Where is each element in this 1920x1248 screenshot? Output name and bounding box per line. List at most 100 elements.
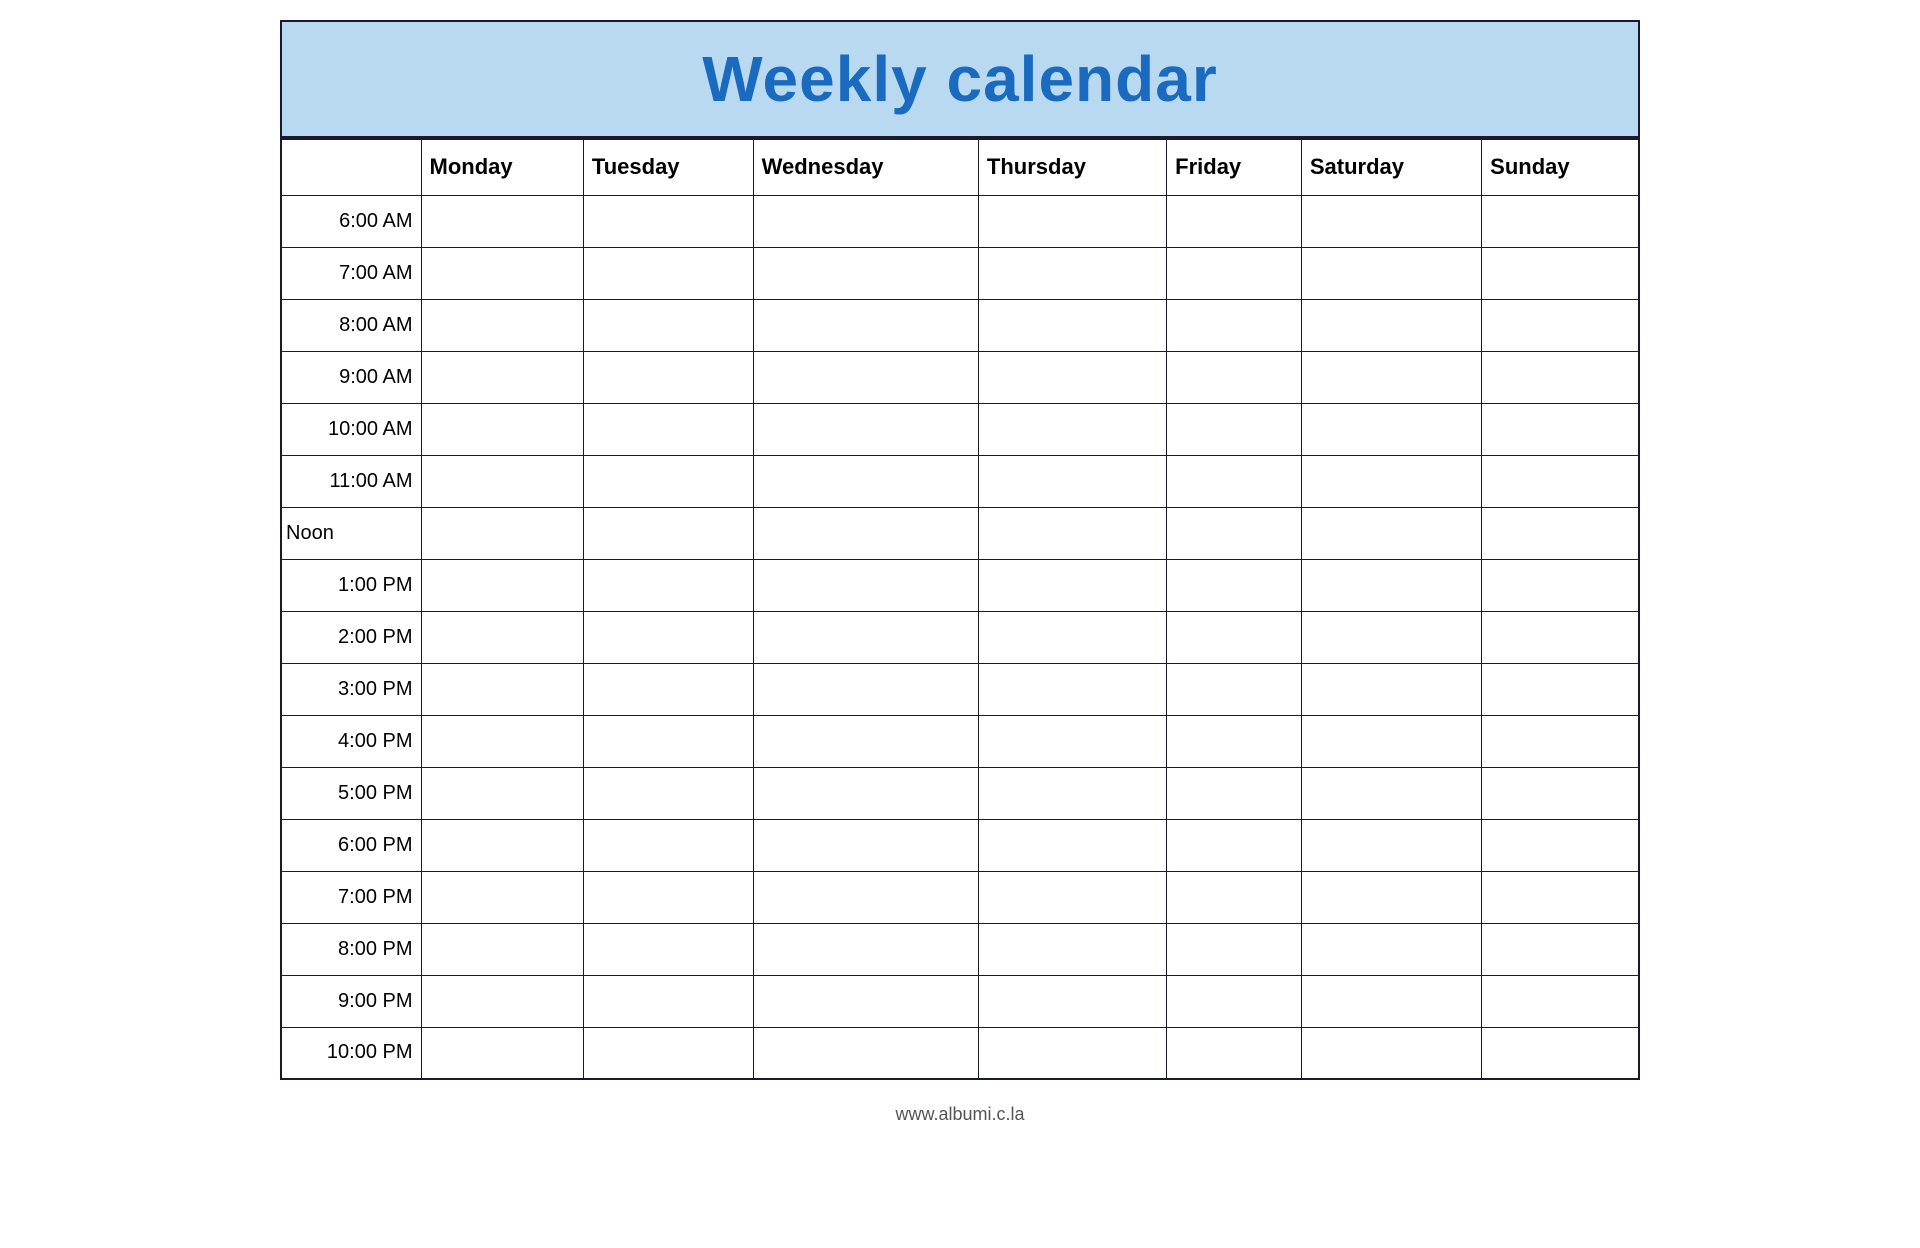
event-cell[interactable] [1301,1027,1481,1079]
event-cell[interactable] [1301,559,1481,611]
event-cell[interactable] [978,715,1166,767]
event-cell[interactable] [1482,507,1639,559]
event-cell[interactable] [1482,351,1639,403]
event-cell[interactable] [1167,715,1302,767]
event-cell[interactable] [1167,819,1302,871]
event-cell[interactable] [583,247,753,299]
event-cell[interactable] [1301,975,1481,1027]
event-cell[interactable] [583,455,753,507]
event-cell[interactable] [583,819,753,871]
event-cell[interactable] [1167,247,1302,299]
event-cell[interactable] [583,715,753,767]
event-cell[interactable] [978,403,1166,455]
event-cell[interactable] [421,455,583,507]
event-cell[interactable] [978,351,1166,403]
event-cell[interactable] [583,1027,753,1079]
event-cell[interactable] [1167,195,1302,247]
event-cell[interactable] [1482,923,1639,975]
event-cell[interactable] [978,819,1166,871]
event-cell[interactable] [421,559,583,611]
event-cell[interactable] [1301,455,1481,507]
event-cell[interactable] [1167,767,1302,819]
event-cell[interactable] [421,403,583,455]
event-cell[interactable] [978,663,1166,715]
event-cell[interactable] [753,611,978,663]
event-cell[interactable] [978,611,1166,663]
event-cell[interactable] [753,975,978,1027]
event-cell[interactable] [1482,767,1639,819]
event-cell[interactable] [753,351,978,403]
event-cell[interactable] [1167,975,1302,1027]
event-cell[interactable] [1301,715,1481,767]
event-cell[interactable] [1482,559,1639,611]
event-cell[interactable] [421,1027,583,1079]
event-cell[interactable] [753,559,978,611]
event-cell[interactable] [1301,507,1481,559]
event-cell[interactable] [1482,247,1639,299]
event-cell[interactable] [421,975,583,1027]
event-cell[interactable] [753,1027,978,1079]
event-cell[interactable] [583,299,753,351]
event-cell[interactable] [1482,1027,1639,1079]
event-cell[interactable] [753,195,978,247]
event-cell[interactable] [583,767,753,819]
event-cell[interactable] [978,767,1166,819]
event-cell[interactable] [978,975,1166,1027]
event-cell[interactable] [421,767,583,819]
event-cell[interactable] [583,923,753,975]
event-cell[interactable] [978,871,1166,923]
event-cell[interactable] [1167,871,1302,923]
event-cell[interactable] [1482,611,1639,663]
event-cell[interactable] [1167,299,1302,351]
event-cell[interactable] [753,507,978,559]
event-cell[interactable] [583,871,753,923]
event-cell[interactable] [421,247,583,299]
event-cell[interactable] [421,715,583,767]
event-cell[interactable] [421,195,583,247]
event-cell[interactable] [1482,819,1639,871]
event-cell[interactable] [978,507,1166,559]
event-cell[interactable] [1301,923,1481,975]
event-cell[interactable] [1167,611,1302,663]
event-cell[interactable] [421,663,583,715]
event-cell[interactable] [1301,403,1481,455]
event-cell[interactable] [1301,819,1481,871]
event-cell[interactable] [978,299,1166,351]
event-cell[interactable] [583,195,753,247]
event-cell[interactable] [583,507,753,559]
event-cell[interactable] [1167,663,1302,715]
event-cell[interactable] [1482,299,1639,351]
event-cell[interactable] [1482,455,1639,507]
event-cell[interactable] [753,871,978,923]
event-cell[interactable] [1482,663,1639,715]
event-cell[interactable] [1301,767,1481,819]
event-cell[interactable] [753,923,978,975]
event-cell[interactable] [753,403,978,455]
event-cell[interactable] [421,351,583,403]
event-cell[interactable] [978,455,1166,507]
event-cell[interactable] [753,663,978,715]
event-cell[interactable] [1167,923,1302,975]
event-cell[interactable] [1301,299,1481,351]
event-cell[interactable] [753,455,978,507]
event-cell[interactable] [978,559,1166,611]
event-cell[interactable] [1167,403,1302,455]
event-cell[interactable] [1301,247,1481,299]
event-cell[interactable] [583,611,753,663]
event-cell[interactable] [1482,715,1639,767]
event-cell[interactable] [583,351,753,403]
event-cell[interactable] [1301,611,1481,663]
event-cell[interactable] [753,247,978,299]
event-cell[interactable] [421,871,583,923]
event-cell[interactable] [978,247,1166,299]
event-cell[interactable] [421,819,583,871]
event-cell[interactable] [978,923,1166,975]
event-cell[interactable] [583,975,753,1027]
event-cell[interactable] [1167,507,1302,559]
event-cell[interactable] [1301,195,1481,247]
event-cell[interactable] [753,767,978,819]
event-cell[interactable] [421,611,583,663]
event-cell[interactable] [583,403,753,455]
event-cell[interactable] [421,923,583,975]
event-cell[interactable] [1167,1027,1302,1079]
